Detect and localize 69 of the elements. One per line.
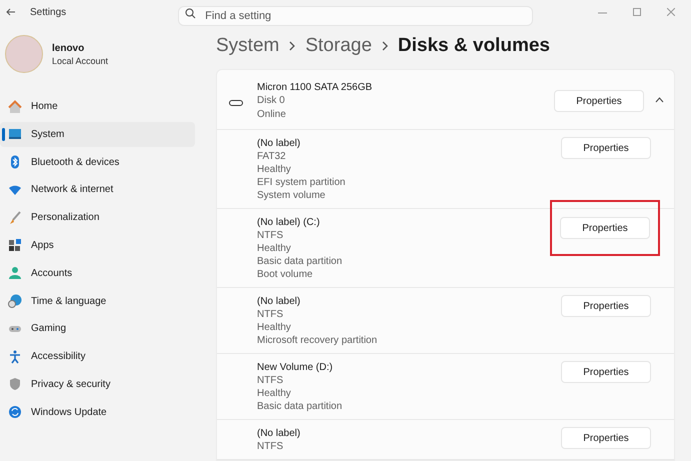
volume-detail: Boot volume <box>257 268 314 282</box>
person-icon <box>8 266 22 280</box>
properties-button[interactable]: Properties <box>561 427 651 450</box>
maximize-icon[interactable] <box>633 8 641 16</box>
nav-item[interactable]: Privacy & security <box>0 372 195 397</box>
avatar-picture <box>5 35 43 73</box>
back-arrow-icon[interactable] <box>6 7 16 17</box>
volume-detail: Healthy <box>257 321 292 334</box>
properties-button[interactable]: Properties <box>560 217 650 240</box>
apps-icon <box>8 238 22 252</box>
disk-detail: Disk 0 <box>257 94 286 108</box>
volume-name: (No label) <box>257 427 300 440</box>
volume-name: (No label) <box>257 295 302 308</box>
accessibility-icon <box>8 350 22 364</box>
properties-button[interactable]: Properties <box>561 295 651 318</box>
properties-button[interactable]: Properties <box>561 361 651 384</box>
nav-item[interactable]: Windows Update <box>0 400 195 425</box>
home-icon <box>8 100 22 114</box>
volume-detail: System volume <box>257 189 326 202</box>
volume-name: (No label) <box>257 137 302 150</box>
volume-detail: NTFS <box>257 440 284 454</box>
nav-item[interactable]: Time & language <box>0 288 195 314</box>
drive-icon <box>229 100 243 106</box>
disk-detail: Online <box>257 108 287 122</box>
volume-detail: Microsoft recovery partition <box>257 334 378 348</box>
brush-icon <box>8 210 22 225</box>
breadcrumb-link[interactable]: Storage <box>305 32 372 60</box>
properties-button[interactable]: Properties <box>561 137 651 160</box>
account-type: Local Account <box>52 54 108 66</box>
volume-detail: NTFS <box>257 308 284 322</box>
volume-detail: NTFS <box>257 374 284 388</box>
sync-icon <box>8 405 22 420</box>
volume-name: (No label) (C:) <box>257 216 321 230</box>
monitor-icon <box>8 127 22 142</box>
volume-name: New Volume (D:) <box>257 361 334 374</box>
nav-item[interactable]: Gaming <box>0 316 195 342</box>
volume-detail: Basic data partition <box>257 255 342 268</box>
nav-item[interactable]: Personalization <box>0 205 195 230</box>
bluetooth-icon <box>8 155 22 170</box>
nav-item[interactable]: Apps <box>0 232 195 258</box>
nav-item[interactable]: Accessibility <box>0 344 195 370</box>
profile-name: lenovo <box>52 42 86 54</box>
properties-button[interactable]: Properties <box>554 90 644 112</box>
wifi-icon <box>8 182 22 197</box>
volume-detail: EFI system partition <box>257 176 346 190</box>
chevron-right-icon <box>382 41 388 51</box>
nav-item[interactable]: System <box>0 122 195 147</box>
selection-indicator <box>2 128 5 141</box>
volume-detail: NTFS <box>257 229 284 242</box>
chevron-right-icon <box>289 41 296 51</box>
disk-name: Micron 1100 SATA 256GB <box>257 81 372 94</box>
nav-item[interactable]: Home <box>0 94 195 119</box>
search-field[interactable]: Find a setting <box>178 6 534 26</box>
window-title: Settings <box>30 6 66 20</box>
page-title: Disks & volumes <box>398 34 550 58</box>
globe-clock-icon <box>8 294 22 308</box>
volume-detail: Healthy <box>257 387 292 400</box>
nav-item[interactable]: Network & internet <box>0 177 195 202</box>
volume-detail: Healthy <box>257 242 292 256</box>
nav-item[interactable]: Bluetooth & devices <box>0 150 195 175</box>
shield-icon <box>8 377 22 392</box>
close-icon[interactable] <box>667 8 675 16</box>
volume-detail: Healthy <box>257 163 292 176</box>
nav-item[interactable]: Accounts <box>0 260 195 286</box>
chevron-icon[interactable] <box>655 97 664 103</box>
search-icon <box>185 8 196 19</box>
breadcrumb-link[interactable]: System <box>216 32 280 60</box>
volume-detail: FAT32 <box>257 150 287 164</box>
volume-detail: Basic data partition <box>257 400 342 414</box>
